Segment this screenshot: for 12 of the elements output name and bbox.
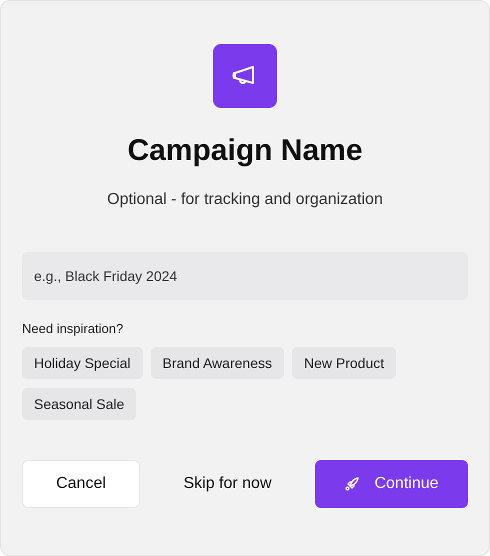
rocket-icon — [344, 476, 360, 492]
suggestion-chip[interactable]: Seasonal Sale — [22, 388, 136, 420]
dialog-title: Campaign Name — [127, 133, 363, 169]
suggestion-chip[interactable]: Brand Awareness — [150, 347, 284, 379]
continue-button[interactable]: Continue — [315, 460, 468, 508]
suggestion-chip[interactable]: New Product — [292, 347, 396, 379]
campaign-name-field[interactable]: e.g., Black Friday 2024 — [22, 252, 468, 300]
cancel-button[interactable]: Cancel — [22, 460, 140, 508]
suggestions-label: Need inspiration? — [22, 321, 124, 336]
skip-button[interactable]: Skip for now — [156, 460, 298, 508]
dialog-subtitle: Optional - for tracking and organization — [107, 190, 383, 210]
suggestion-chip[interactable]: Holiday Special — [22, 347, 142, 379]
